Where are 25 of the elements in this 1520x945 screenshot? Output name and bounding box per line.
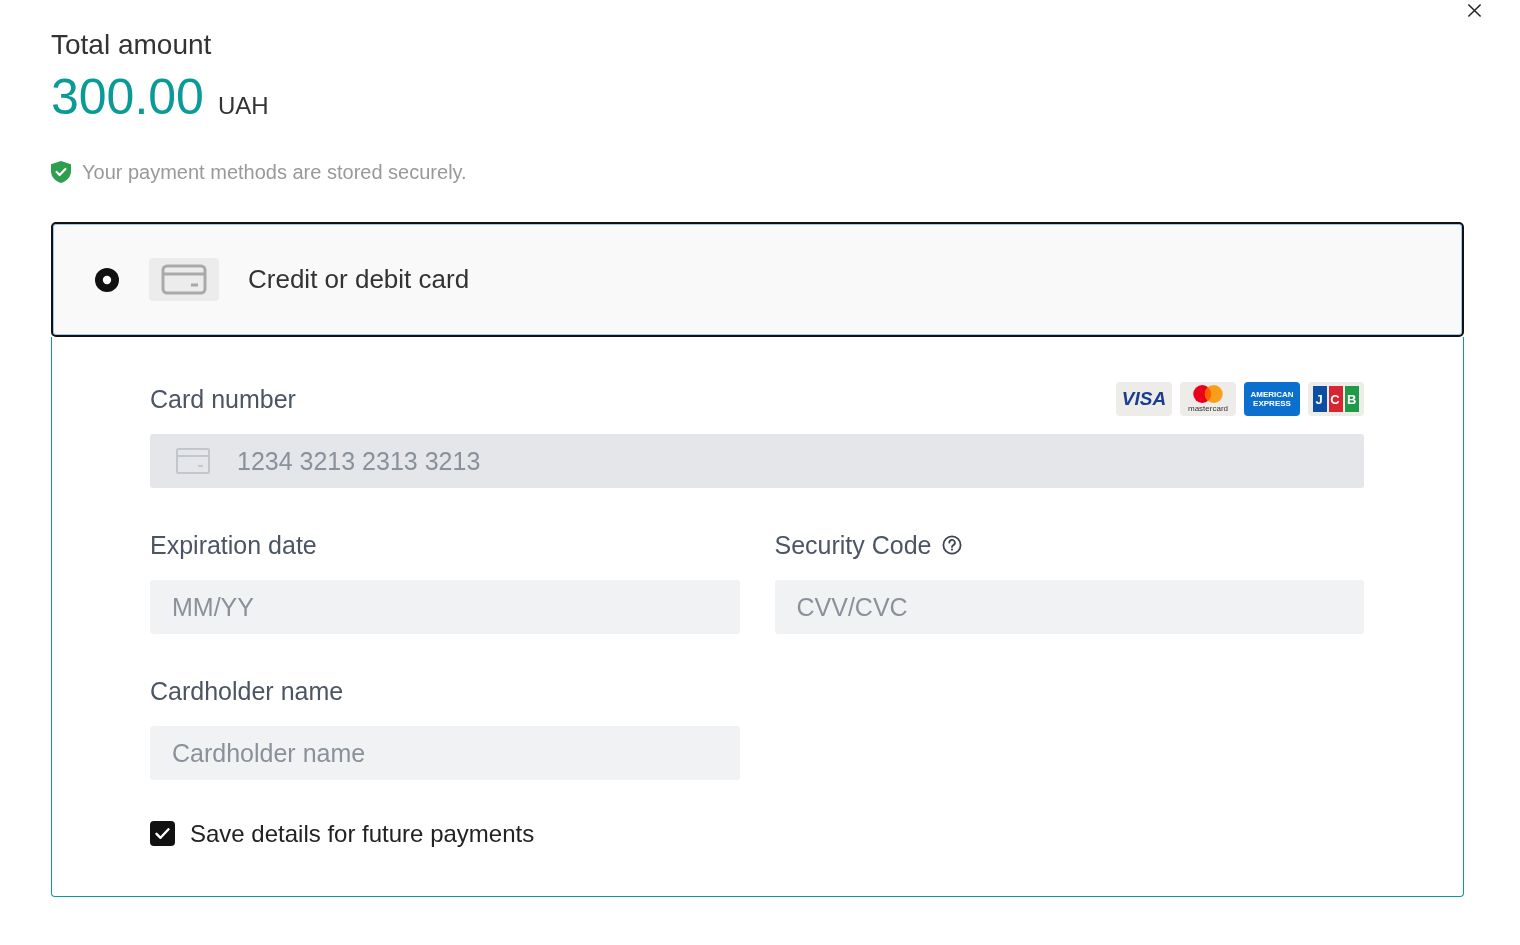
security-code-field[interactable]: CVV/CVC: [774, 580, 1364, 634]
card-icon: [176, 448, 210, 474]
total-title: Total amount: [51, 28, 213, 62]
help-icon[interactable]: [941, 535, 962, 555]
total-amount: 300.00: [51, 68, 204, 126]
radio-button[interactable]: [95, 267, 119, 292]
payment-option[interactable]: Credit or debit card: [51, 222, 1464, 337]
cardholder-name-field[interactable]: Cardholder name: [150, 726, 740, 780]
close-icon[interactable]: [1467, 3, 1482, 18]
expiration-date-field[interactable]: MM/YY: [150, 580, 740, 634]
mastercard-logo: mastercard: [1180, 382, 1236, 416]
checkbox-label: Save details for future payments: [190, 819, 535, 848]
security-note: Your payment methods are stored securely.: [82, 160, 467, 184]
card-number-field[interactable]: 1234 3213 2313 3213: [150, 434, 1364, 488]
checkbox[interactable]: [150, 821, 175, 846]
payment-option-label: Credit or debit card: [248, 264, 470, 295]
field-label: Expiration date: [150, 530, 317, 560]
currency-label: UAH: [217, 92, 269, 120]
amex-logo: AMERICAN EXPRESS: [1244, 382, 1300, 416]
field-label: Cardholder name: [150, 676, 344, 706]
field-label: Security Code: [774, 530, 932, 560]
card-icon: [149, 258, 219, 301]
visa-logo: VISA: [1116, 382, 1172, 416]
field-label: Card number: [150, 384, 296, 414]
shield-check-icon: [51, 161, 71, 183]
